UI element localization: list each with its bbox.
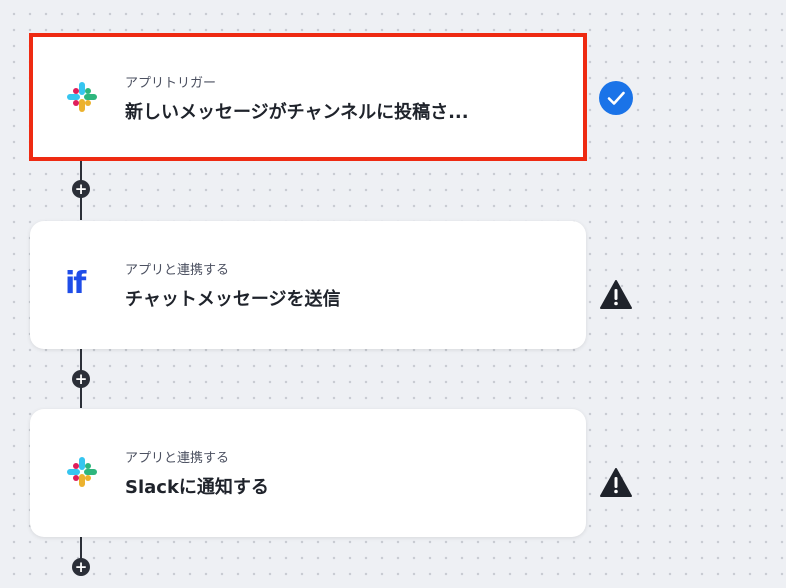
add-step-button[interactable]: + (72, 370, 90, 388)
step-subtitle: アプリと連携する (125, 451, 230, 466)
warning-icon (600, 468, 632, 497)
step-card-action[interactable]: if アプリと連携する チャットメッセージを送信 (30, 221, 586, 349)
add-step-button[interactable]: + (72, 558, 90, 576)
step-title: チャットメッセージを送信 (125, 289, 341, 310)
step-title: Slackに通知する (125, 477, 269, 498)
step-subtitle: アプリと連携する (125, 263, 230, 278)
add-step-button[interactable]: + (72, 180, 90, 198)
check-circle-icon (599, 81, 633, 115)
step-card-trigger[interactable]: アプリトリガー 新しいメッセージがチャンネルに投稿さ... (29, 33, 587, 161)
slack-icon (67, 457, 97, 487)
slack-icon (67, 82, 97, 112)
if-logo-icon: if (65, 266, 86, 301)
step-subtitle: アプリトリガー (125, 76, 217, 91)
step-card-action[interactable]: アプリと連携する Slackに通知する (30, 409, 586, 537)
warning-icon (600, 280, 632, 309)
step-title: 新しいメッセージがチャンネルに投稿さ... (125, 102, 469, 123)
